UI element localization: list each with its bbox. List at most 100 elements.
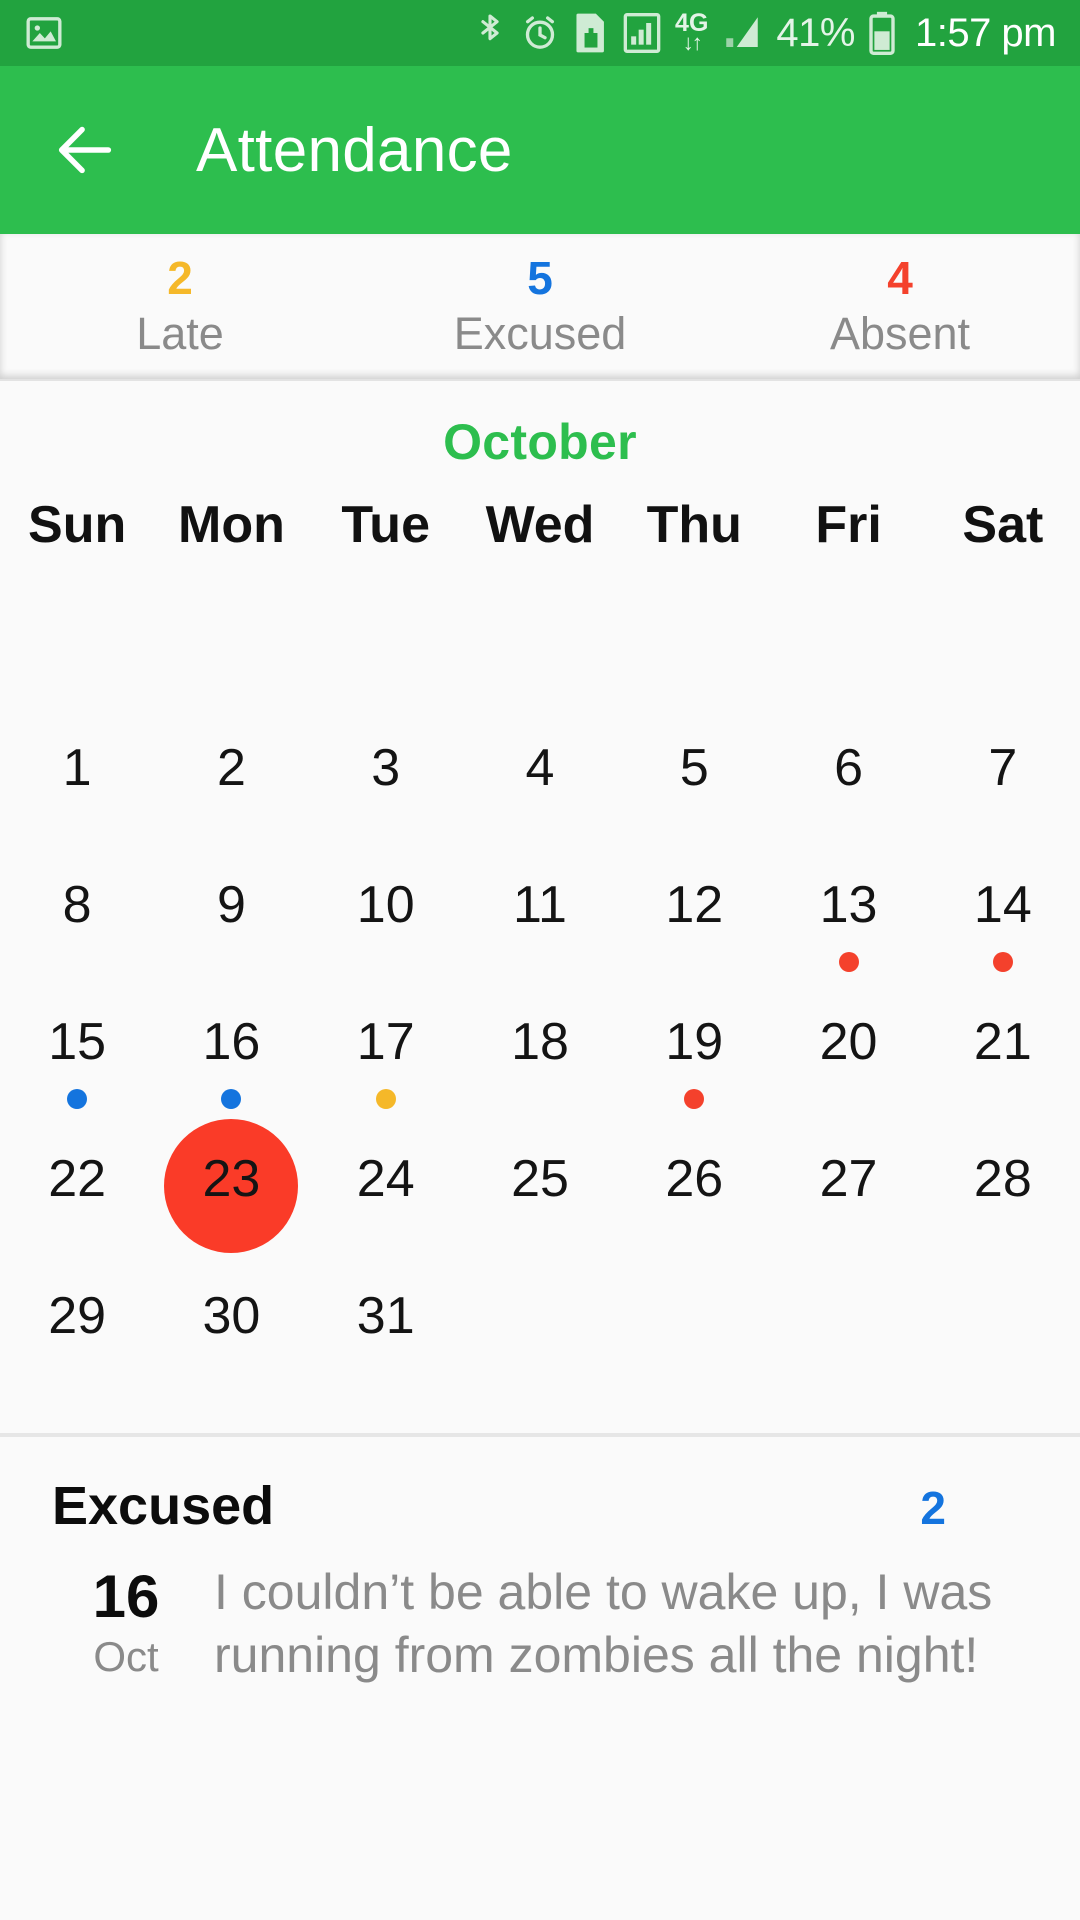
calendar-day-number: 29: [48, 1287, 107, 1345]
detail-panel: Excused 2 16 Oct I couldn’t be able to wak…: [0, 1437, 1080, 1686]
calendar-day-empty: [771, 583, 925, 720]
calendar-day-dot-excused: [221, 1089, 242, 1109]
detail-entry-note: I couldn’t be able to wake up, I was run…: [214, 1564, 993, 1683]
calendar-day-number: 28: [973, 1150, 1032, 1208]
calendar-day-24[interactable]: 24: [309, 1131, 463, 1268]
calendar-day-number: 12: [665, 876, 724, 934]
calendar-day-empty: [154, 583, 308, 720]
calendar-day-number: 15: [48, 1013, 107, 1071]
calendar-day-number: 3: [371, 739, 401, 797]
calendar-day-11[interactable]: 11: [463, 857, 617, 994]
weekday-mon: Mon: [178, 496, 285, 554]
calendar-day-number: 13: [819, 876, 878, 934]
calendar-day-12[interactable]: 12: [617, 857, 771, 994]
calendar-day-22[interactable]: 22: [0, 1131, 154, 1268]
alarm-icon: [520, 13, 560, 53]
detail-entry-month: Oct: [93, 1633, 159, 1680]
calendar-day-28[interactable]: 28: [926, 1131, 1080, 1268]
calendar-day-number: 9: [216, 876, 246, 934]
calendar: October Sun Mon Tue Wed Thu Fri Sat 1234567891…: [0, 381, 1080, 1405]
calendar-day-number: 22: [48, 1150, 107, 1208]
signal-strength-icon: [721, 12, 763, 54]
calendar-day-dot-late: [375, 1089, 396, 1109]
calendar-day-29[interactable]: 29: [0, 1268, 154, 1405]
calendar-day-5[interactable]: 5: [617, 720, 771, 857]
calendar-day-19[interactable]: 19: [617, 994, 771, 1131]
calendar-day-number: 19: [665, 1013, 724, 1071]
page-title: Attendance: [196, 115, 513, 185]
calendar-day-number: 10: [356, 876, 415, 934]
calendar-day-empty: [617, 583, 771, 720]
calendar-weekday-header: Sun Mon Tue Wed Thu Fri Sat: [0, 495, 1080, 555]
status-bar: 4G ↓↑ 41% 1:57 pm: [0, 0, 1080, 66]
detail-entry[interactable]: 16 Oct I couldn’t be able to wake up, I wa…: [52, 1561, 1028, 1686]
calendar-day-30[interactable]: 30: [154, 1268, 308, 1405]
calendar-day-empty: [926, 583, 1080, 720]
calendar-day-2[interactable]: 2: [154, 720, 308, 857]
calendar-day-7[interactable]: 7: [926, 720, 1080, 857]
calendar-day-number: 17: [356, 1013, 415, 1071]
weekday-sun: Sun: [28, 496, 127, 554]
calendar-day-4[interactable]: 4: [463, 720, 617, 857]
calendar-day-empty: [0, 583, 154, 720]
calendar-day-number: 24: [356, 1150, 415, 1208]
calendar-day-18[interactable]: 18: [463, 994, 617, 1131]
calendar-day-10[interactable]: 10: [309, 857, 463, 994]
calendar-day-13[interactable]: 13: [771, 857, 925, 994]
image-icon: [24, 13, 64, 53]
sim-card-icon: [573, 12, 609, 54]
battery-percent-label: 41%: [776, 11, 855, 55]
data-transfer-arrows-icon: ↓↑: [682, 30, 703, 56]
calendar-day-number: 8: [62, 876, 92, 934]
stat-late-label: Late: [136, 307, 224, 359]
status-bar-right: 4G ↓↑ 41% 1:57 pm: [473, 10, 1057, 56]
calendar-day-26[interactable]: 26: [617, 1131, 771, 1268]
stat-absent[interactable]: 4 Absent: [720, 234, 1080, 379]
detail-title: Excused: [52, 1476, 275, 1536]
calendar-day-number: 25: [511, 1150, 569, 1208]
bluetooth-icon: [473, 11, 507, 55]
calendar-day-23[interactable]: 23: [154, 1119, 308, 1268]
calendar-day-14[interactable]: 14: [926, 857, 1080, 994]
calendar-day-20[interactable]: 20: [771, 994, 925, 1131]
calendar-day-25[interactable]: 25: [463, 1131, 617, 1268]
calendar-day-31[interactable]: 31: [309, 1268, 463, 1405]
weekday-fri: Fri: [815, 496, 882, 554]
battery-icon: [868, 11, 896, 55]
calendar-day-1[interactable]: 1: [0, 720, 154, 857]
back-arrow-icon[interactable]: [50, 115, 120, 185]
calendar-day-6[interactable]: 6: [771, 720, 925, 857]
calendar-day-dot-absent: [684, 1089, 705, 1109]
stat-late[interactable]: 2 Late: [0, 234, 360, 379]
calendar-day-number: 2: [216, 739, 246, 797]
weekday-sat: Sat: [962, 496, 1044, 554]
calendar-day-dot-absent: [992, 952, 1013, 972]
calendar-day-number: 20: [819, 1013, 878, 1071]
detail-entry-list: 16 Oct I couldn’t be able to wake up, I wa…: [52, 1561, 1028, 1686]
signal-bars-icon: [622, 11, 662, 55]
calendar-day-number: 14: [973, 876, 1032, 934]
calendar-day-9[interactable]: 9: [154, 857, 308, 994]
calendar-day-number: 30: [202, 1287, 261, 1345]
calendar-day-21[interactable]: 21: [926, 994, 1080, 1131]
calendar-day-number: 5: [679, 739, 709, 797]
clock-label: 1:57 pm: [914, 10, 1057, 55]
stat-excused-value: 5: [527, 252, 553, 305]
calendar-day-16[interactable]: 16: [154, 994, 308, 1131]
calendar-day-number: 4: [525, 739, 555, 797]
stat-excused[interactable]: 5 Excused: [360, 234, 720, 379]
calendar-day-empty: [617, 1268, 771, 1405]
calendar-day-number: 31: [356, 1287, 415, 1345]
detail-entry-day: 16: [92, 1563, 160, 1630]
calendar-day-number: 27: [819, 1150, 878, 1208]
calendar-day-number: 18: [511, 1013, 569, 1071]
calendar-day-8[interactable]: 8: [0, 857, 154, 994]
calendar-day-grid[interactable]: 1 2 3 4 5 6 7 8 9 10 11 12 13 14 15 16 17 18 19 20 21 22 23 24 2…: [0, 583, 1080, 1405]
calendar-day-3[interactable]: 3: [309, 720, 463, 857]
calendar-day-17[interactable]: 17: [309, 994, 463, 1131]
calendar-day-empty: [463, 1268, 617, 1405]
calendar-day-15[interactable]: 15: [0, 994, 154, 1131]
calendar-day-27[interactable]: 27: [771, 1131, 925, 1268]
calendar-day-empty: [463, 583, 617, 720]
weekday-wed: Wed: [485, 496, 595, 554]
